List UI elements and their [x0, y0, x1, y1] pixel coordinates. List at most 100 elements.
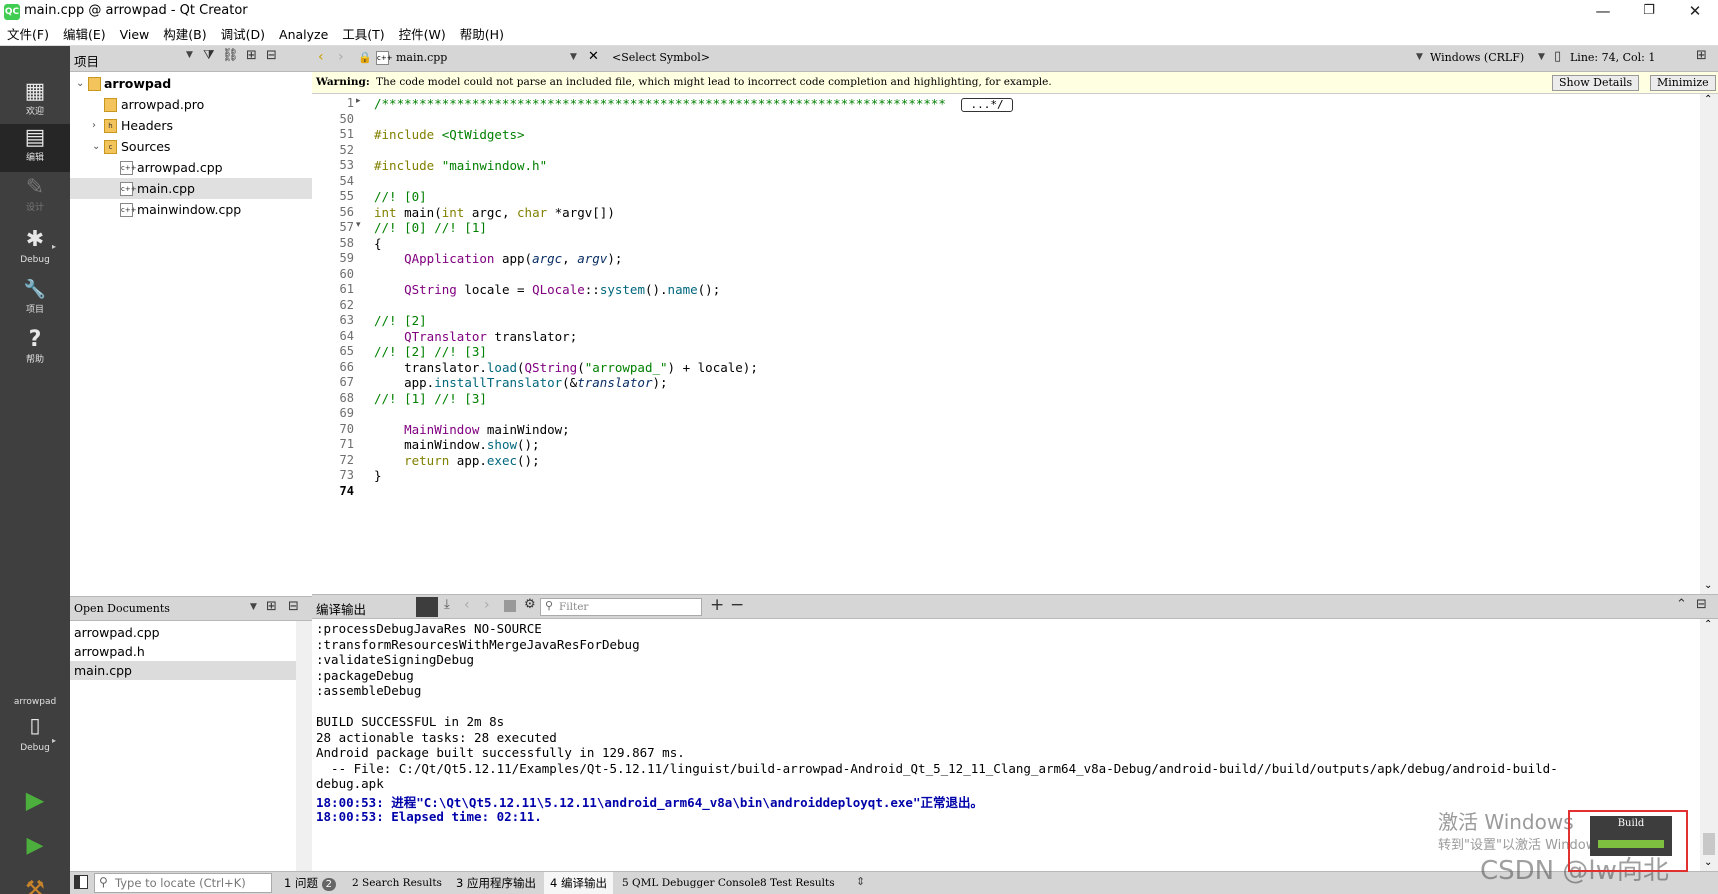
build-button[interactable]: ⚒	[0, 870, 70, 894]
back-arrow-icon[interactable]: ‹	[318, 49, 324, 65]
tab-test-results[interactable]: 8 Test Results	[754, 872, 841, 894]
symbol-selector[interactable]: <Select Symbol>	[612, 51, 710, 64]
kit-project-label: arrowpad	[13, 697, 57, 707]
code-editor[interactable]: /***************************************…	[370, 94, 1700, 594]
split-icon[interactable]: ⊞	[246, 48, 257, 63]
forward-arrow-icon[interactable]: ›	[338, 49, 344, 65]
build-progress-highlight: Build	[1568, 810, 1688, 872]
line-number: 51	[339, 127, 354, 141]
updown-arrows-icon[interactable]: ⇕	[856, 875, 865, 888]
chevron-down-icon[interactable]: ▼	[570, 52, 577, 62]
code-token: //! [2] //! [3]	[374, 344, 487, 359]
mode-label: 帮助	[25, 355, 44, 365]
tab-application-output[interactable]: 3 应用程序输出	[450, 872, 542, 894]
mode-help[interactable]: ? 帮助	[0, 326, 70, 374]
mode-projects[interactable]: 🔧 项目	[0, 276, 70, 324]
run-button[interactable]: ▶	[0, 780, 70, 820]
chevron-down-icon[interactable]: ▼	[250, 602, 257, 612]
tree-item-arrowpad[interactable]: ⌄ arrowpad	[70, 73, 312, 94]
status-bar: ⚲ Type to locate (Ctrl+K) 1 问题 2 2 Searc…	[70, 871, 1718, 894]
maximize-pane-icon[interactable]: ⌃	[1676, 597, 1687, 612]
open-document-item[interactable]: arrowpad.h	[70, 642, 296, 661]
android-device-icon: ▯	[29, 713, 41, 737]
wrap-icon[interactable]: ⤓	[444, 597, 450, 612]
tab-qml-debugger-console[interactable]: 5 QML Debugger Console	[616, 872, 766, 894]
tree-item-mainwindow-cpp[interactable]: c++ mainwindow.cpp	[70, 199, 312, 220]
locator-input[interactable]: ⚲ Type to locate (Ctrl+K)	[94, 873, 272, 893]
minus-icon[interactable]: −	[730, 595, 744, 615]
current-file-name[interactable]: main.cpp	[396, 51, 447, 64]
menu-file[interactable]: 文件(F)	[0, 24, 56, 45]
output-scrollbar[interactable]: ⌃ ⌄	[1700, 619, 1718, 871]
menu-view[interactable]: View	[113, 24, 157, 45]
menu-debug[interactable]: 调试(D)	[214, 24, 272, 45]
scroll-up-icon[interactable]: ⌃	[1704, 619, 1712, 630]
menu-widgets[interactable]: 控件(W)	[392, 24, 453, 45]
line-ending-selector[interactable]: Windows (CRLF)	[1430, 51, 1524, 64]
kit-selector[interactable]: arrowpad ▯ Debug ▸	[0, 696, 70, 776]
open-documents-scrollbar[interactable]	[296, 621, 312, 871]
show-details-button[interactable]: Show Details	[1552, 75, 1640, 91]
tab-issues[interactable]: 1 问题 2	[278, 872, 342, 894]
menu-edit[interactable]: 编辑(E)	[56, 24, 113, 45]
minimize-button[interactable]: —	[1580, 0, 1626, 24]
mode-welcome[interactable]: ▦ 欢迎	[0, 78, 70, 126]
close-pane-icon[interactable]: ⊟	[266, 48, 277, 63]
scroll-up-icon[interactable]: ⌃	[1704, 94, 1712, 105]
plus-icon[interactable]: +	[710, 595, 724, 615]
chevron-down-icon[interactable]: ▼	[1416, 52, 1423, 62]
prev-arrow-icon[interactable]: ‹	[464, 597, 470, 613]
build-progress-widget[interactable]: Build	[1590, 816, 1672, 856]
tree-item-arrowpad-pro[interactable]: arrowpad.pro	[70, 94, 312, 115]
toggle-sidebar-icon[interactable]	[74, 875, 88, 889]
close-pane-icon[interactable]: ⊟	[288, 599, 299, 614]
scrollbar-thumb[interactable]	[1703, 833, 1715, 855]
filter-icon[interactable]: ⧩	[203, 48, 215, 63]
tree-item-sources[interactable]: ⌄ c Sources	[70, 136, 312, 157]
mode-sidebar: ▦ 欢迎 ▤ 编辑 ✎ 设计 ✱ Debug ▸ 🔧 项目 ? 帮助 arrow…	[0, 46, 70, 894]
tree-item-label: arrowpad.cpp	[137, 160, 223, 175]
chevron-right-icon[interactable]: ›	[92, 115, 96, 136]
chevron-down-icon[interactable]: ⌄	[92, 136, 100, 157]
split-icon[interactable]: ⊞	[1696, 48, 1707, 63]
tree-item-arrowpad-cpp[interactable]: c++ arrowpad.cpp	[70, 157, 312, 178]
tab-search-results[interactable]: 2 Search Results	[346, 872, 448, 894]
close-button[interactable]: ✕	[1672, 0, 1718, 24]
chevron-down-icon[interactable]: ▼	[1538, 52, 1545, 62]
editor-scrollbar[interactable]: ⌃ ⌄	[1700, 94, 1718, 594]
cursor-position[interactable]: Line: 74, Col: 1	[1570, 51, 1655, 64]
open-document-item[interactable]: arrowpad.cpp	[70, 623, 296, 642]
debug-run-button[interactable]: ▶	[0, 826, 70, 866]
chevron-down-icon[interactable]: ▼	[186, 50, 193, 60]
stop-icon[interactable]	[504, 600, 516, 612]
tab-compile-output[interactable]: 4 编译输出	[544, 872, 613, 894]
output-toolbar-separator	[416, 597, 438, 617]
chevron-down-icon[interactable]: ⌄	[76, 73, 84, 94]
minimize-warning-button[interactable]: Minimize	[1650, 75, 1716, 91]
fold-marker-icon[interactable]: ▾	[356, 220, 361, 230]
menu-help[interactable]: 帮助(H)	[453, 24, 511, 45]
open-document-item[interactable]: main.cpp	[70, 661, 296, 680]
gear-icon[interactable]: ⚙	[524, 597, 536, 612]
fold-marker-icon[interactable]: ▸	[356, 96, 361, 106]
code-token: QString	[524, 359, 578, 375]
menu-tools[interactable]: 工具(T)	[335, 24, 391, 45]
code-token: #include	[374, 158, 442, 173]
menu-analyze[interactable]: Analyze	[272, 24, 335, 45]
maximize-button[interactable]: ❐	[1626, 0, 1672, 24]
scroll-down-icon[interactable]: ⌄	[1704, 580, 1712, 591]
split-icon[interactable]: ⊞	[266, 599, 277, 614]
link-icon[interactable]: ⛓	[222, 48, 239, 63]
tree-item-headers[interactable]: › h Headers	[70, 115, 312, 136]
scroll-down-icon[interactable]: ⌄	[1704, 857, 1712, 868]
close-document-icon[interactable]: ✕	[588, 49, 599, 64]
mode-edit[interactable]: ▤ 编辑	[0, 124, 70, 172]
next-arrow-icon[interactable]: ›	[484, 597, 490, 613]
menu-build[interactable]: 构建(B)	[156, 24, 213, 45]
mode-design[interactable]: ✎ 设计	[0, 174, 70, 222]
mode-debug[interactable]: ✱ Debug ▸	[0, 226, 70, 274]
folded-block-marker[interactable]: ...*/	[961, 98, 1013, 112]
close-pane-icon[interactable]: ⊟	[1696, 597, 1707, 612]
tree-item-main-cpp[interactable]: c++ main.cpp	[70, 178, 312, 199]
output-filter-input[interactable]: ⚲ Filter	[540, 598, 702, 616]
